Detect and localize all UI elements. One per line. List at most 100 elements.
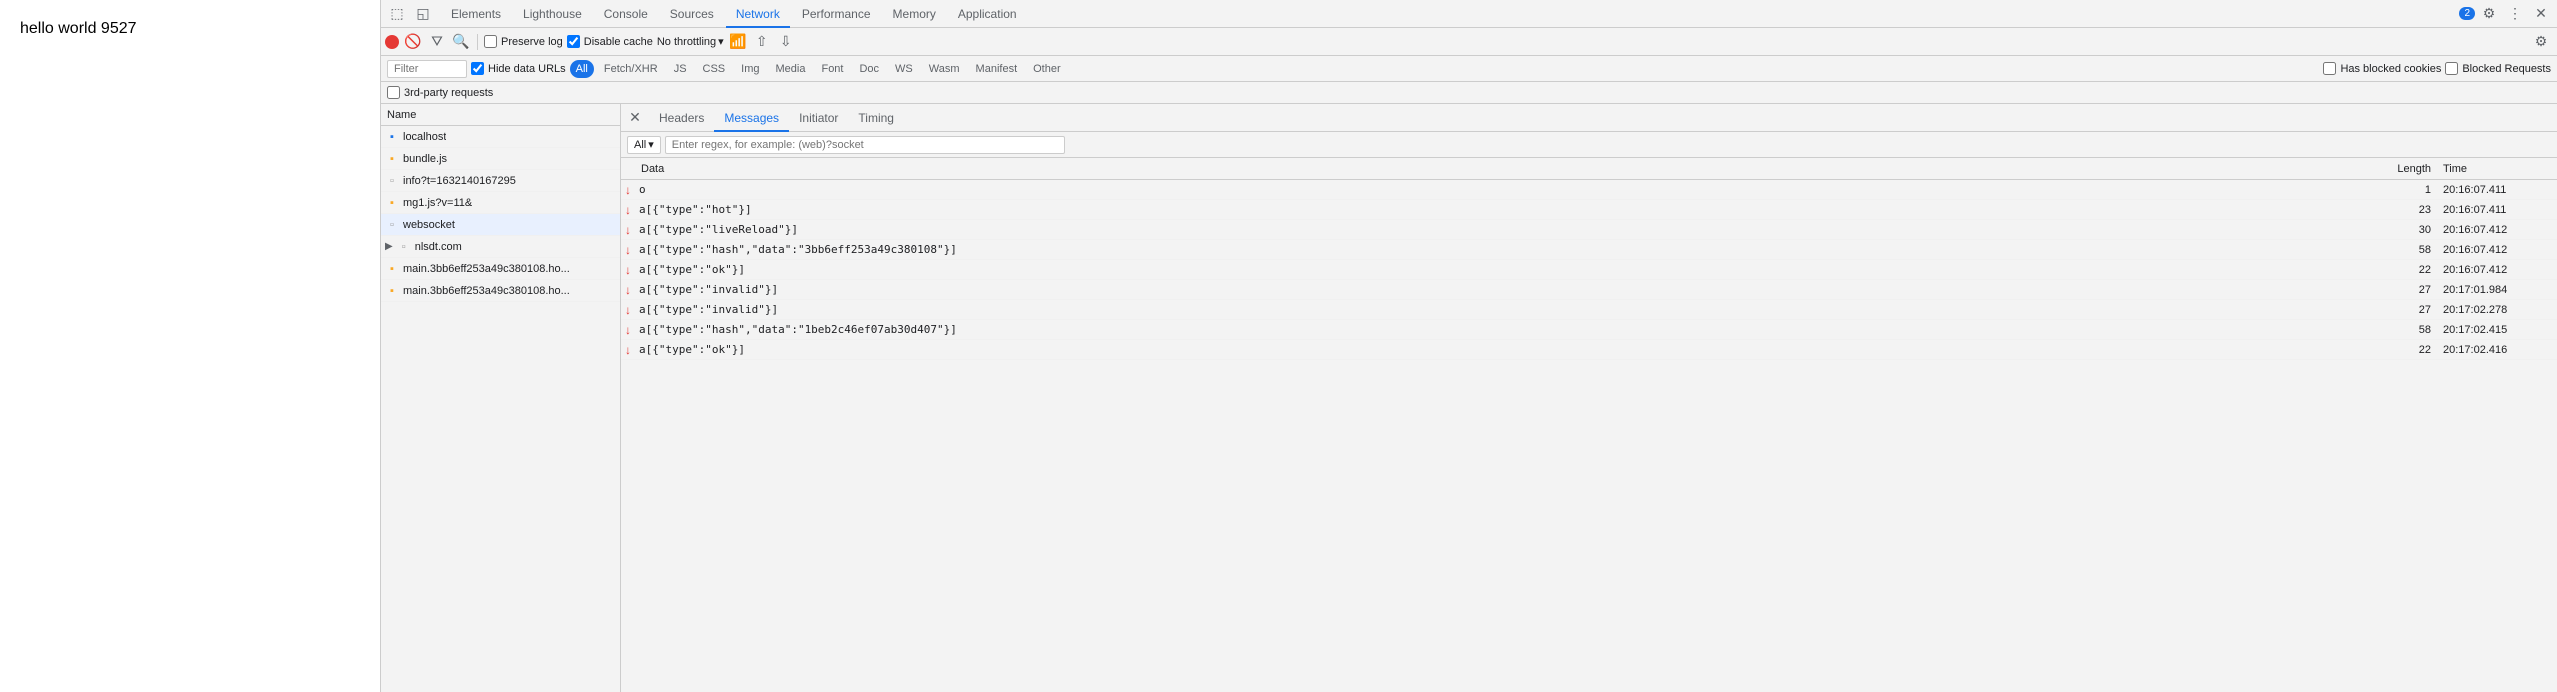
network-toolbar: 🚫 ⛛ 🔍 Preserve log Disable cache No thro… [381,28,2557,56]
filter-type-css[interactable]: CSS [697,60,732,78]
throttle-select[interactable]: No throttling ▾ [657,35,724,48]
filter-icon[interactable]: ⛛ [427,32,447,52]
tab-timing[interactable]: Timing [848,104,904,132]
tab-memory[interactable]: Memory [883,0,946,28]
clear-icon[interactable]: 🚫 [403,32,423,52]
ws-icon: ▫ [385,218,399,232]
main-area: Name ▪ localhost ▪ bundle.js ▫ info?t=16… [381,104,2557,692]
filter-toolbar: Hide data URLs All Fetch/XHR JS CSS Img … [381,56,2557,82]
direction-icon-5: ↓ [621,283,635,297]
filter-type-manifest[interactable]: Manifest [970,60,1024,78]
online-icon[interactable]: 📶 [728,32,748,52]
disable-cache-checkbox[interactable] [567,35,580,48]
msg-data-6: a[{"type":"invalid"}] [635,303,2317,316]
has-blocked-cookies-checkbox[interactable] [2323,62,2336,75]
request-item-bundlejs[interactable]: ▪ bundle.js [381,148,620,170]
request-item-localhost[interactable]: ▪ localhost [381,126,620,148]
msg-length-7: 58 [2317,324,2437,336]
msg-length-2: 30 [2317,224,2437,236]
close-devtools-icon[interactable]: ✕ [2529,2,2553,26]
tab-console[interactable]: Console [594,0,658,28]
msg-length-8: 22 [2317,344,2437,356]
filter-type-all[interactable]: All [570,60,594,78]
tab-headers[interactable]: Headers [649,104,714,132]
message-row-7[interactable]: ↓ a[{"type":"hash","data":"1beb2c46ef07a… [621,320,2557,340]
direction-icon-6: ↓ [621,303,635,317]
network-settings-icon[interactable]: ⚙ [2529,30,2553,54]
tab-application[interactable]: Application [948,0,1027,28]
settings-icon[interactable]: ⚙ [2477,2,2501,26]
messages-table: Data Length Time ↓ o 1 20:16:07.411 ↓ a[… [621,158,2557,692]
message-row-5[interactable]: ↓ a[{"type":"invalid"}] 27 20:17:01.984 [621,280,2557,300]
script-icon-1: ▪ [385,152,399,166]
direction-icon-7: ↓ [621,323,635,337]
blocked-requests-checkbox[interactable] [2445,62,2458,75]
hide-data-urls-checkbox[interactable] [471,62,484,75]
script-icon-2: ▪ [385,196,399,210]
tab-performance[interactable]: Performance [792,0,881,28]
filter-type-other[interactable]: Other [1027,60,1067,78]
other-icon-1: ▫ [385,174,399,188]
filter-type-img[interactable]: Img [735,60,765,78]
message-row-1[interactable]: ↓ a[{"type":"hot"}] 23 20:16:07.411 [621,200,2557,220]
request-group-nlsdt[interactable]: ▶ ▫ nlsdt.com [381,236,620,258]
group-chevron-icon: ▶ [385,241,393,252]
filter-type-media[interactable]: Media [770,60,812,78]
more-icon[interactable]: ⋮ [2503,2,2527,26]
preserve-log-checkbox[interactable] [484,35,497,48]
filter-type-ws[interactable]: WS [889,60,919,78]
toolbar-right: 2 ⚙ ⋮ ✕ [2459,2,2553,26]
has-blocked-cookies-label[interactable]: Has blocked cookies [2323,62,2441,75]
request-item-mg1js[interactable]: ▪ mg1.js?v=11& [381,192,620,214]
filter-type-wasm[interactable]: Wasm [923,60,966,78]
msg-length-0: 1 [2317,184,2437,196]
search-icon[interactable]: 🔍 [451,32,471,52]
tab-sources[interactable]: Sources [660,0,724,28]
devtools-panel: ⬚ ◱ Elements Lighthouse Console Sources … [380,0,2557,692]
message-row-0[interactable]: ↓ o 1 20:16:07.411 [621,180,2557,200]
thirdparty-checkbox[interactable] [387,86,400,99]
inspect-icon[interactable]: ◱ [411,2,435,26]
filter-type-doc[interactable]: Doc [853,60,885,78]
request-item-main1[interactable]: ▪ main.3bb6eff253a49c380108.ho... [381,258,620,280]
request-item-main2[interactable]: ▪ main.3bb6eff253a49c380108.ho... [381,280,620,302]
message-row-6[interactable]: ↓ a[{"type":"invalid"}] 27 20:17:02.278 [621,300,2557,320]
message-type-select[interactable]: All ▾ [627,136,661,154]
separator-1 [477,34,478,50]
filter-type-font[interactable]: Font [815,60,849,78]
requests-header: Name [381,104,620,126]
msg-data-8: a[{"type":"ok"}] [635,343,2317,356]
tab-lighthouse[interactable]: Lighthouse [513,0,592,28]
tab-elements[interactable]: Elements [441,0,511,28]
filter-input[interactable] [387,60,467,78]
request-item-websocket[interactable]: ▫ websocket [381,214,620,236]
upload-icon[interactable]: ⇧ [752,32,772,52]
messages-header-row: Data Length Time [621,158,2557,180]
tab-messages[interactable]: Messages [714,104,789,132]
msg-data-1: a[{"type":"hot"}] [635,203,2317,216]
download-icon[interactable]: ⇩ [776,32,796,52]
messages-search-input[interactable] [665,136,1065,154]
close-details-button[interactable]: ✕ [625,108,645,128]
thirdparty-label[interactable]: 3rd-party requests [387,86,493,99]
tab-initiator[interactable]: Initiator [789,104,848,132]
record-button[interactable] [385,35,399,49]
message-row-2[interactable]: ↓ a[{"type":"liveReload"}] 30 20:16:07.4… [621,220,2557,240]
filter-type-fetchxhr[interactable]: Fetch/XHR [598,60,664,78]
filter-type-js[interactable]: JS [668,60,693,78]
msg-data-4: a[{"type":"ok"}] [635,263,2317,276]
msg-time-1: 20:16:07.411 [2437,204,2557,216]
message-row-3[interactable]: ↓ a[{"type":"hash","data":"3bb6eff253a49… [621,240,2557,260]
message-row-4[interactable]: ↓ a[{"type":"ok"}] 22 20:16:07.412 [621,260,2557,280]
tab-network[interactable]: Network [726,0,790,28]
cursor-icon[interactable]: ⬚ [385,2,409,26]
preserve-log-label[interactable]: Preserve log [484,35,563,48]
blocked-requests-label[interactable]: Blocked Requests [2445,62,2551,75]
request-name-info: info?t=1632140167295 [403,175,516,187]
msg-length-3: 58 [2317,244,2437,256]
disable-cache-label[interactable]: Disable cache [567,35,653,48]
hide-data-urls-label[interactable]: Hide data URLs [471,62,566,75]
msg-data-2: a[{"type":"liveReload"}] [635,223,2317,236]
message-row-8[interactable]: ↓ a[{"type":"ok"}] 22 20:17:02.416 [621,340,2557,360]
request-item-info[interactable]: ▫ info?t=1632140167295 [381,170,620,192]
